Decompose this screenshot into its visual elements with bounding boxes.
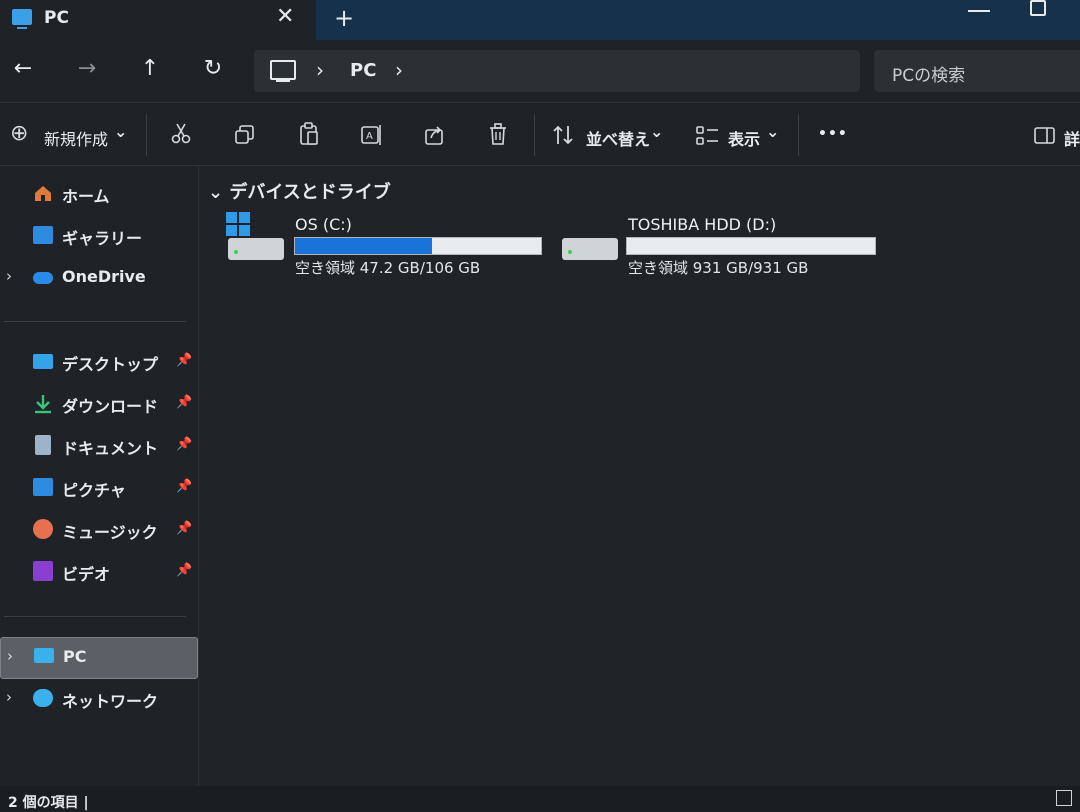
up-button[interactable]: ↑ (135, 56, 165, 81)
minimize-button[interactable] (968, 10, 990, 12)
drive-free-space: 空き領域 47.2 GB/106 GB (295, 259, 481, 277)
pin-icon[interactable]: 📌 (176, 521, 192, 536)
sidebar-item-label: ドキュメント (62, 439, 159, 458)
address-bar[interactable] (254, 50, 860, 92)
windows-logo-icon (226, 212, 250, 236)
expand-chevron-icon[interactable]: › (7, 647, 13, 665)
copy-icon[interactable] (234, 124, 256, 146)
sort-chevron-icon[interactable]: ⌄ (650, 122, 663, 141)
music-icon (33, 519, 53, 539)
cloud-icon (33, 272, 53, 284)
sidebar-item-desktop[interactable]: デスクトップ 📌 (0, 342, 196, 382)
pc-tab-icon-stand (17, 27, 27, 29)
sidebar-item-label: デスクトップ (62, 355, 159, 374)
drive-usage-fill (295, 238, 432, 254)
share-icon[interactable] (424, 124, 446, 146)
sidebar-item-videos[interactable]: ビデオ 📌 (0, 552, 196, 592)
search-placeholder[interactable]: PCの検索 (892, 61, 965, 86)
details-pane-icon[interactable] (1034, 127, 1056, 145)
download-icon (33, 394, 53, 414)
sidebar-divider (4, 616, 186, 617)
desktop-icon (33, 354, 53, 369)
breadcrumb-separator[interactable]: › (395, 58, 403, 82)
drive-name: TOSHIBA HDD (D:) (628, 215, 777, 234)
forward-button[interactable]: → (72, 56, 102, 81)
monitor-stand (276, 80, 290, 82)
back-button[interactable]: ← (8, 56, 38, 81)
sidebar-item-label: ネットワーク (62, 692, 159, 711)
sidebar-item-label: ホーム (62, 187, 110, 206)
breadcrumb-pc[interactable]: PC (350, 60, 376, 81)
sidebar-item-documents[interactable]: ドキュメント 📌 (0, 426, 196, 466)
sidebar-item-music[interactable]: ミュージック 📌 (0, 510, 196, 550)
command-bar (0, 103, 1080, 166)
separator (534, 114, 535, 156)
video-icon (33, 561, 53, 581)
separator (146, 114, 147, 156)
sidebar-item-label: ミュージック (62, 523, 158, 542)
document-icon (35, 435, 51, 455)
tab-title: PC (44, 8, 69, 28)
pictures-icon (33, 478, 53, 496)
view-icon[interactable] (696, 126, 720, 146)
refresh-button[interactable]: ↻ (198, 56, 228, 81)
pin-icon[interactable]: 📌 (176, 479, 192, 494)
separator (798, 114, 799, 156)
more-options-button[interactable]: ••• (818, 126, 848, 142)
expand-chevron-icon[interactable]: › (6, 688, 12, 706)
sidebar-item-pc[interactable]: › PC (0, 637, 198, 679)
drive-free-space: 空き領域 931 GB/931 GB (628, 259, 809, 277)
sidebar-item-onedrive[interactable]: › OneDrive (0, 258, 196, 298)
sidebar-item-pictures[interactable]: ピクチャ 📌 (0, 468, 196, 508)
pin-icon[interactable]: 📌 (176, 353, 192, 368)
pin-icon[interactable]: 📌 (176, 395, 192, 410)
drive-d-icon (562, 238, 618, 260)
sidebar-item-downloads[interactable]: ダウンロード 📌 (0, 384, 196, 424)
delete-icon[interactable] (488, 123, 508, 147)
sidebar-item-label: ギャラリー (62, 229, 143, 248)
svg-text:A: A (366, 131, 373, 142)
home-icon (33, 184, 53, 202)
sort-button[interactable]: 並べ替え (586, 126, 650, 150)
sidebar-item-gallery[interactable]: ギャラリー (0, 216, 196, 256)
expand-chevron-icon[interactable]: › (6, 267, 12, 285)
drive-usage-bar (294, 237, 542, 255)
new-tab-button[interactable]: + (334, 4, 354, 32)
paste-icon[interactable] (298, 122, 320, 146)
sidebar-item-label: PC (63, 647, 87, 666)
drive-name: OS (C:) (295, 215, 352, 234)
sidebar-item-label: ピクチャ (62, 481, 126, 500)
cut-icon[interactable] (170, 122, 192, 144)
details-view-toggle[interactable] (1056, 790, 1072, 806)
details-pane-button[interactable]: 詳 (1064, 126, 1080, 150)
status-bar (0, 786, 1080, 810)
new-icon[interactable]: ⊕ (10, 121, 28, 146)
pin-icon[interactable]: 📌 (176, 437, 192, 452)
maximize-button[interactable] (1030, 0, 1046, 16)
pc-icon (34, 648, 54, 663)
pin-icon[interactable]: 📌 (176, 563, 192, 578)
pc-tab-icon (12, 9, 32, 25)
gallery-icon (33, 226, 53, 244)
new-chevron-icon[interactable]: ⌄ (114, 122, 127, 141)
sidebar-item-network[interactable]: › ネットワーク (0, 679, 196, 719)
sidebar-item-label: OneDrive (62, 267, 146, 286)
tab-close-button[interactable]: ✕ (276, 4, 294, 29)
new-button[interactable]: 新規作成 (44, 126, 108, 150)
view-chevron-icon[interactable]: ⌄ (766, 122, 779, 141)
network-icon (33, 689, 53, 707)
sidebar-item-home[interactable]: ホーム (0, 174, 196, 214)
sort-icon[interactable] (552, 124, 576, 146)
sidebar-item-label: ダウンロード (62, 397, 159, 416)
rename-icon[interactable]: A (360, 124, 384, 146)
breadcrumb-separator[interactable]: › (316, 58, 324, 82)
item-count: 2 個の項目 | (8, 795, 89, 811)
view-button[interactable]: 表示 (728, 126, 760, 150)
group-header-devices-drives[interactable]: ⌄ デバイスとドライブ (208, 178, 391, 204)
drive-usage-bar (626, 237, 876, 255)
monitor-icon (270, 60, 296, 80)
sidebar-divider (4, 321, 186, 322)
sidebar-item-label: ビデオ (62, 565, 111, 584)
drive-c-icon (228, 238, 284, 260)
